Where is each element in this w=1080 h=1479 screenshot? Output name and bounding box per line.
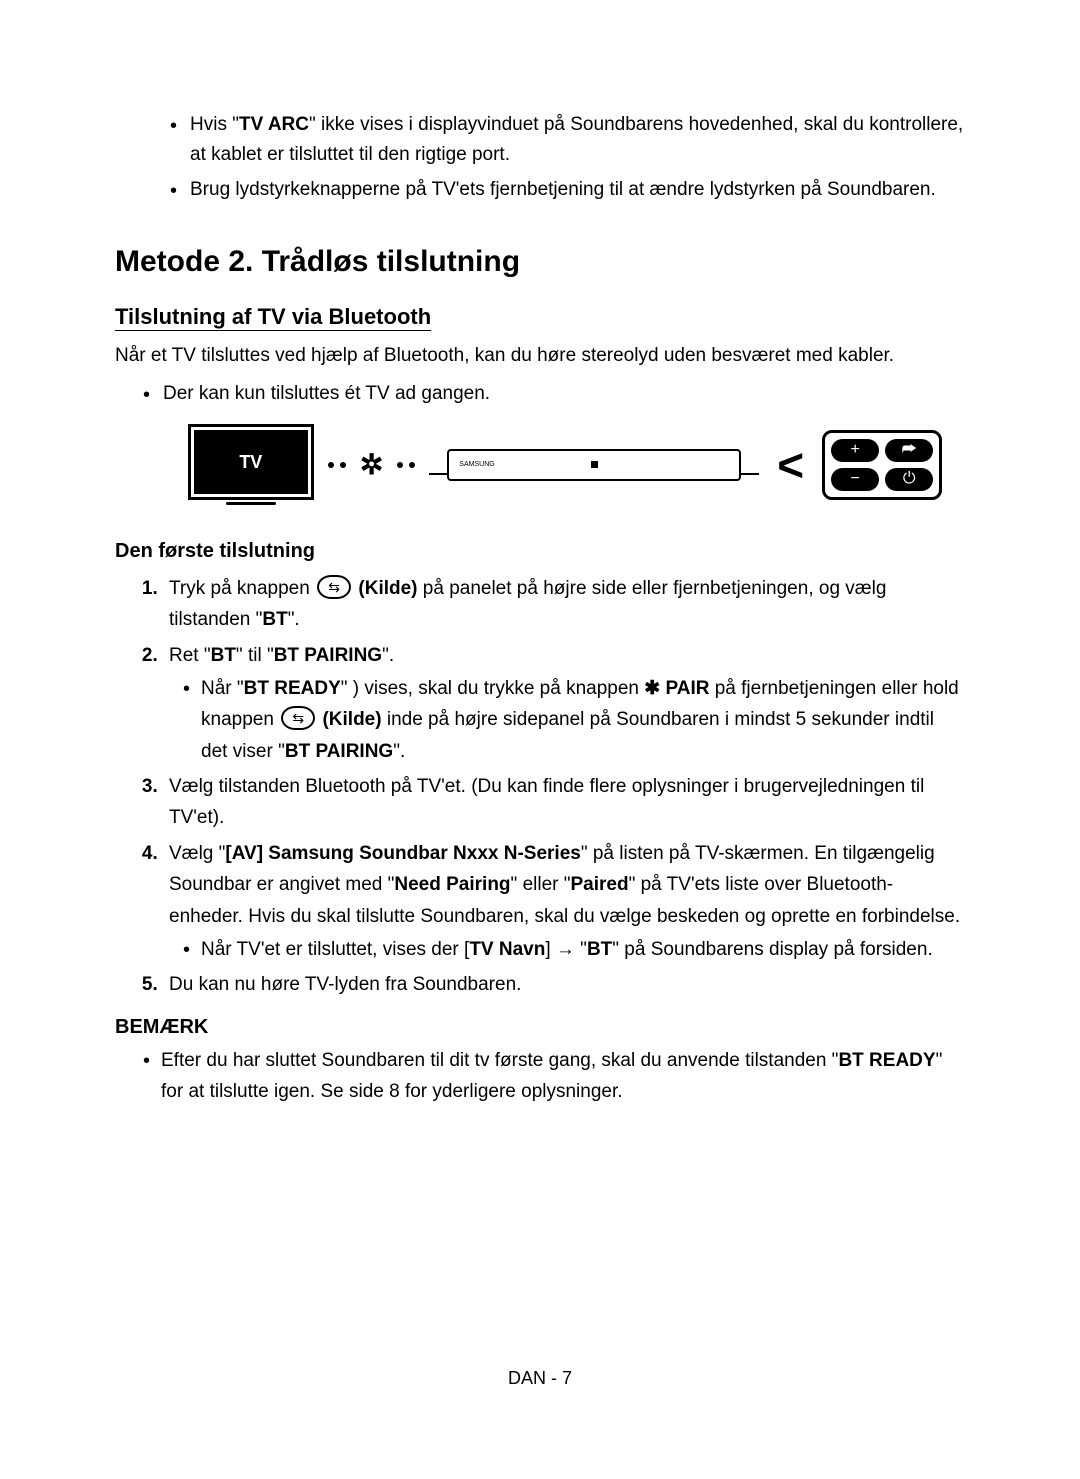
note-item: Efter du har sluttet Soundbaren til dit … bbox=[143, 1045, 965, 1108]
single-bullet-list: Der kan kun tilsluttes ét TV ad gangen. bbox=[115, 379, 965, 409]
first-connection-title: Den første tilslutning bbox=[115, 540, 965, 563]
step-4-sub: Når TV'et er tilsluttet, vises der [TV N… bbox=[183, 934, 965, 965]
bluetooth-icon: ✲ bbox=[360, 451, 383, 479]
steps-list: Tryk på knappen (Kilde) på panelet på hø… bbox=[115, 573, 965, 1000]
remote-source-button: ⮫ bbox=[885, 439, 933, 462]
sub-title: Tilslutning af TV via Bluetooth bbox=[115, 304, 965, 330]
top-bullet-2: Brug lydstyrkeknapperne på TV'ets fjernb… bbox=[170, 175, 965, 205]
step-2-sub: Når "BT READY" ) vises, skal du trykke p… bbox=[183, 673, 965, 767]
soundbar-icon: SAMSUNG bbox=[447, 449, 741, 481]
text: Brug lydstyrkeknapperne på TV'ets fjernb… bbox=[190, 179, 936, 200]
signal-dots-left bbox=[328, 462, 346, 468]
signal-dots-right bbox=[397, 462, 415, 468]
source-icon bbox=[281, 706, 315, 730]
step-1: Tryk på knappen (Kilde) på panelet på hø… bbox=[163, 573, 965, 636]
note-list: Efter du har sluttet Soundbaren til dit … bbox=[115, 1045, 965, 1108]
step-4: Vælg "[AV] Samsung Soundbar Nxxx N-Serie… bbox=[163, 838, 965, 965]
step-5: Du kan nu høre TV-lyden fra Soundbaren. bbox=[163, 969, 965, 1000]
text: Hvis " bbox=[190, 114, 239, 135]
method-title: Metode 2. Trådløs tilslutning bbox=[115, 245, 965, 279]
step-3: Vælg tilstanden Bluetooth på TV'et. (Du … bbox=[163, 771, 965, 834]
top-bullet-list: Hvis "TV ARC" ikke vises i displayvindue… bbox=[115, 110, 965, 205]
remote-plus-button: + bbox=[831, 439, 879, 462]
pair-bt-icon: ✱ PAIR bbox=[644, 678, 709, 699]
remote-power-button: ⏻ bbox=[885, 468, 933, 491]
intro-text: Når et TV tilsluttes ved hjælp af Blueto… bbox=[115, 342, 965, 371]
connection-diagram: TV ✲ SAMSUNG < + ⮫ − ⏻ bbox=[165, 424, 965, 505]
page-footer: DAN - 7 bbox=[0, 1368, 1080, 1389]
remote-icon: + ⮫ − ⏻ bbox=[822, 430, 942, 500]
angle-icon: < bbox=[777, 438, 804, 492]
step-2: Ret "BT" til "BT PAIRING". Når "BT READY… bbox=[163, 640, 965, 767]
top-bullet-1: Hvis "TV ARC" ikke vises i displayvindue… bbox=[170, 110, 965, 171]
tv-label: TV bbox=[194, 430, 308, 494]
tv-arc-bold: TV ARC bbox=[239, 114, 309, 135]
single-bullet-item: Der kan kun tilsluttes ét TV ad gangen. bbox=[143, 379, 965, 409]
tv-icon: TV bbox=[188, 424, 314, 505]
source-icon bbox=[317, 575, 351, 599]
note-title: BEMÆRK bbox=[115, 1016, 965, 1039]
brand-text: SAMSUNG bbox=[459, 461, 494, 468]
remote-minus-button: − bbox=[831, 468, 879, 491]
